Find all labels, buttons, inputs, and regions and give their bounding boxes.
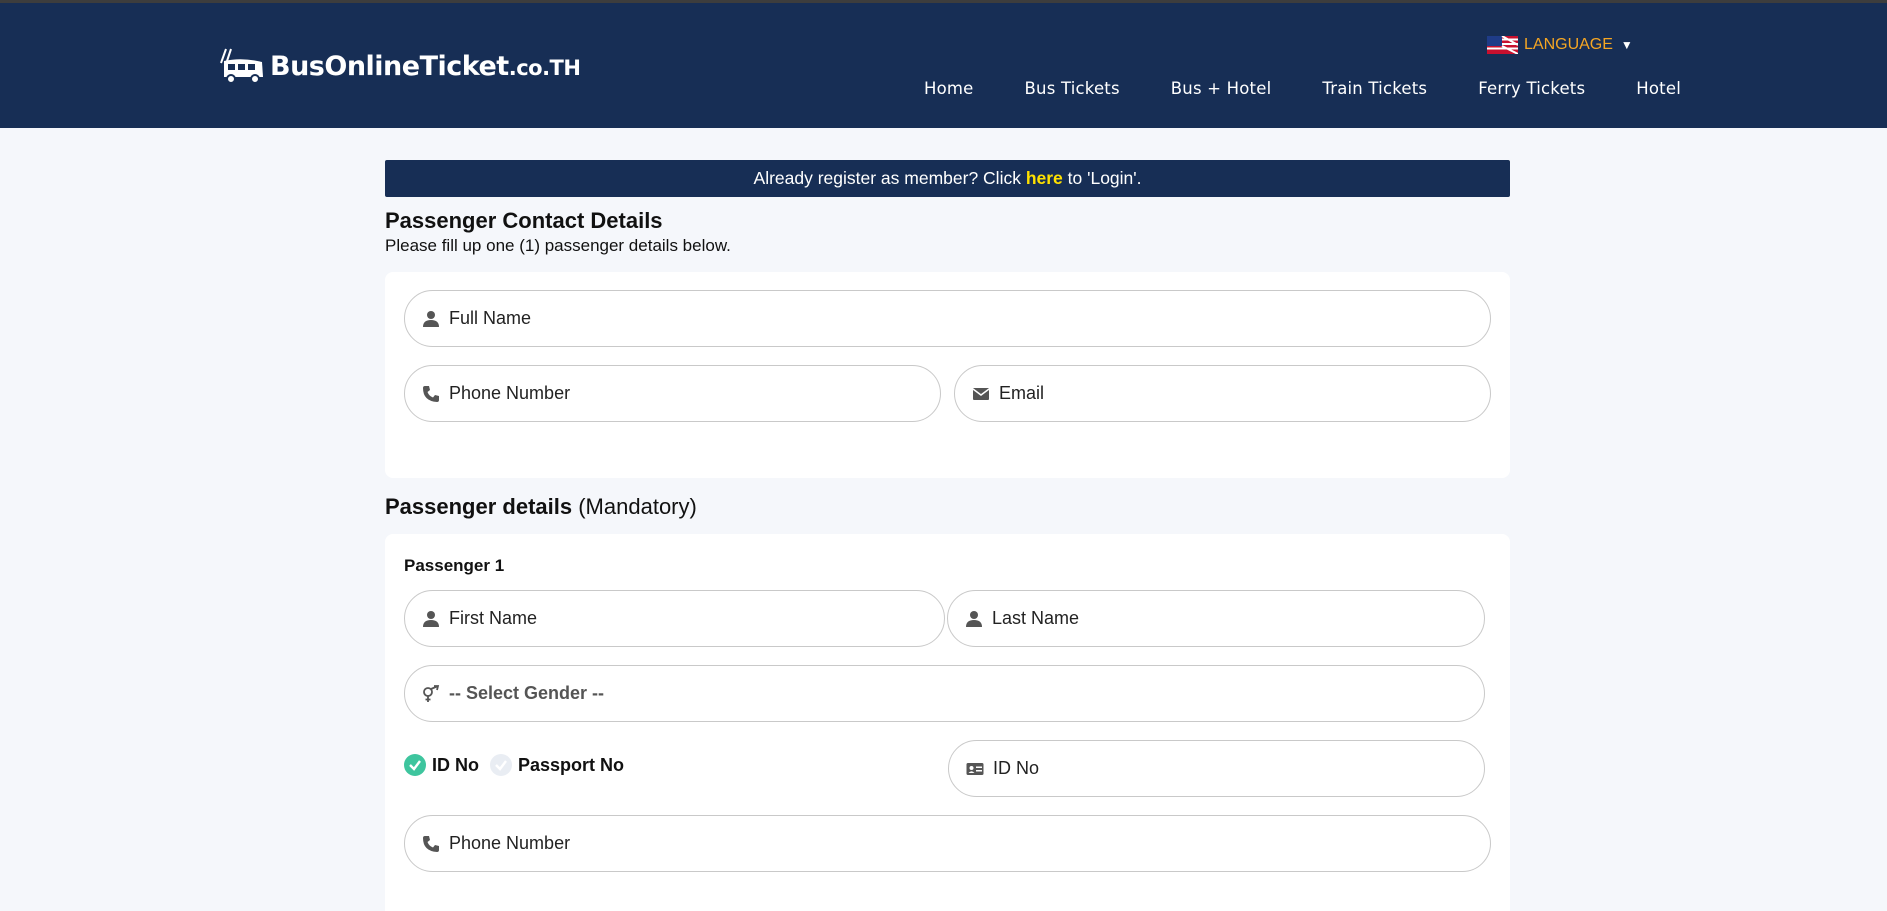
logo-text: BusOnlineTicket.co.TH <box>270 50 581 82</box>
last-name-field[interactable]: Last Name <box>947 590 1485 647</box>
language-selector[interactable]: LANGUAGE ▼ <box>1487 36 1633 54</box>
id-no-radio[interactable]: ID No <box>404 754 479 776</box>
phone-icon <box>423 835 439 852</box>
envelope-icon <box>972 387 990 400</box>
language-label: LANGUAGE <box>1524 36 1613 53</box>
nav-home[interactable]: Home <box>924 79 974 98</box>
contact-section-subtitle: Please fill up one (1) passenger details… <box>385 236 731 255</box>
passenger-section-title: Passenger details (Mandatory) <box>385 494 697 519</box>
nav-ferry-tickets[interactable]: Ferry Tickets <box>1478 79 1585 98</box>
nav-bus-hotel[interactable]: Bus + Hotel <box>1171 79 1272 98</box>
passport-no-radio[interactable]: Passport No <box>490 754 624 776</box>
bus-logo-icon <box>220 48 263 84</box>
contact-section-title: Passenger Contact Details <box>385 208 663 233</box>
user-icon <box>423 310 439 327</box>
main-nav: Home Bus Tickets Bus + Hotel Train Ticke… <box>924 79 1681 98</box>
contact-phone-field[interactable]: Phone Number <box>404 365 941 422</box>
id-number-field[interactable]: ID No <box>948 740 1485 797</box>
site-header: BusOnlineTicket.co.TH LANGUAGE ▼ Home Bu… <box>0 3 1887 128</box>
check-circle-icon <box>490 754 512 776</box>
passenger-1-label: Passenger 1 <box>404 556 505 575</box>
contact-full-name-field[interactable]: Full Name <box>404 290 1491 347</box>
phone-icon <box>423 385 439 402</box>
login-banner: Already register as member? Click here t… <box>385 160 1510 197</box>
nav-train-tickets[interactable]: Train Tickets <box>1322 79 1427 98</box>
user-icon <box>966 610 982 627</box>
nav-hotel[interactable]: Hotel <box>1636 79 1681 98</box>
passenger-card: Passenger 1 First Name Last Name -- Sele… <box>385 534 1510 911</box>
gender-icon <box>423 684 440 702</box>
gender-select[interactable]: -- Select Gender -- <box>404 665 1485 722</box>
site-logo[interactable]: BusOnlineTicket.co.TH <box>218 47 581 85</box>
user-icon <box>423 610 439 627</box>
contact-email-field[interactable]: Email <box>954 365 1491 422</box>
passenger-phone-field[interactable]: Phone Number <box>404 815 1491 872</box>
login-link[interactable]: here <box>1026 168 1063 188</box>
contact-card: Full Name Phone Number Email <box>385 272 1510 478</box>
id-card-icon <box>966 762 984 775</box>
uk-flag-icon <box>1487 36 1518 54</box>
check-circle-icon <box>404 754 426 776</box>
chevron-down-icon: ▼ <box>1620 38 1633 52</box>
nav-bus-tickets[interactable]: Bus Tickets <box>1025 79 1120 98</box>
first-name-field[interactable]: First Name <box>404 590 945 647</box>
